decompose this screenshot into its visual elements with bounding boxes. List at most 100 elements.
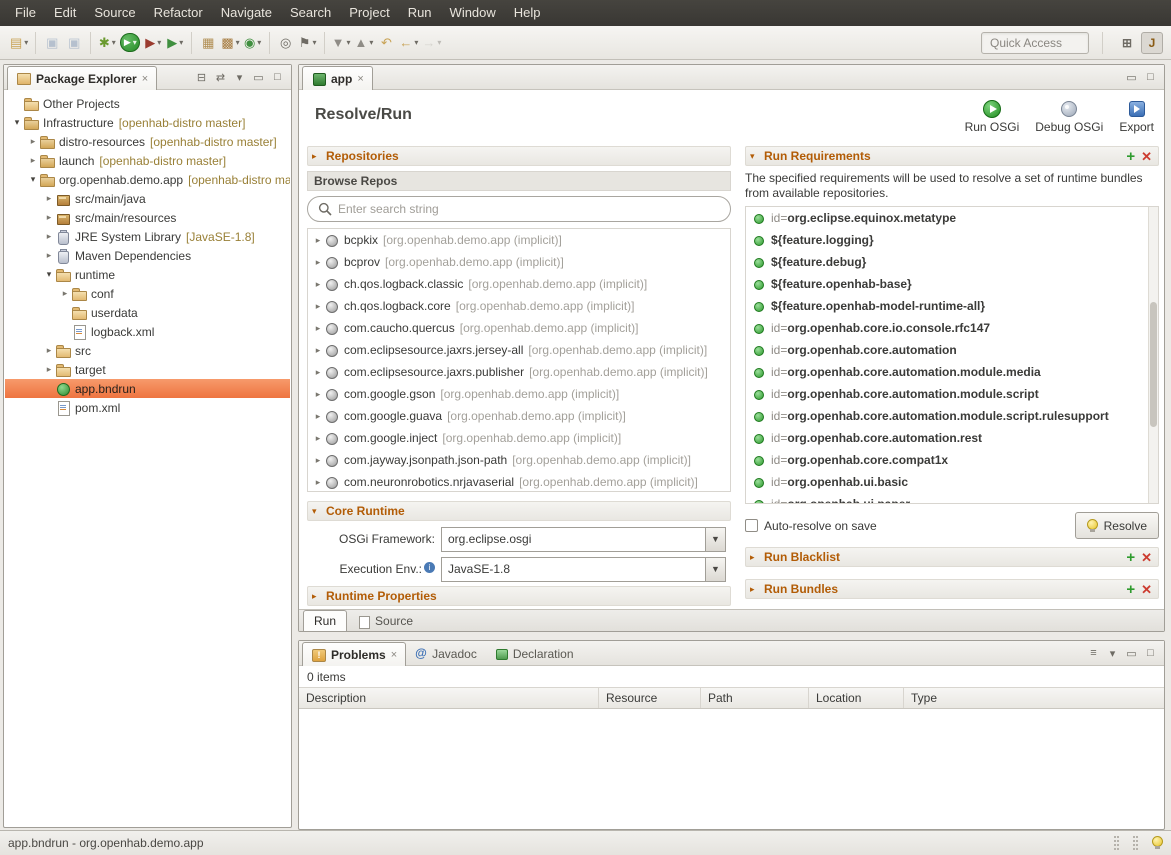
requirement-item[interactable]: id= org.openhab.core.automation.module.s… [746, 383, 1158, 405]
tree-item-app-bndrun[interactable]: app.bndrun [5, 379, 290, 398]
resolve-button[interactable]: Resolve [1075, 512, 1159, 539]
maximize-icon[interactable]: □ [269, 69, 286, 86]
tree-item-launch[interactable]: launch [openhab-distro master] [5, 151, 290, 170]
requirement-item[interactable]: id= org.openhab.core.automation [746, 339, 1158, 361]
tree-item-conf[interactable]: conf [5, 284, 290, 303]
sash-grip[interactable] [1114, 836, 1119, 850]
tree-item-src[interactable]: src [5, 341, 290, 360]
view-menu-icon[interactable]: ▾ [231, 69, 248, 86]
remove-requirement-icon[interactable]: ✕ [1141, 149, 1152, 164]
search-icon[interactable]: ◎ [275, 32, 297, 54]
sash-grip[interactable] [1133, 836, 1138, 850]
expand-arrow-icon[interactable] [43, 250, 55, 261]
menubar-item[interactable]: Source [85, 0, 144, 26]
expand-arrow-icon[interactable] [312, 323, 324, 334]
open-perspective-icon[interactable]: ⊞ [1116, 32, 1138, 54]
close-icon[interactable]: × [142, 73, 148, 85]
tree-item-src-main-resources[interactable]: src/main/resources [5, 208, 290, 227]
tab-source[interactable]: Source [347, 610, 424, 631]
run-icon[interactable]: ▶ [120, 33, 140, 52]
expand-arrow-icon[interactable] [312, 367, 324, 378]
repo-item[interactable]: com.caucho.quercus [org.openhab.demo.app… [308, 317, 730, 339]
tree-item-src-main-java[interactable]: src/main/java [5, 189, 290, 208]
remove-bundle-icon[interactable]: ✕ [1141, 582, 1152, 597]
repo-item[interactable]: com.google.inject [org.openhab.demo.app … [308, 427, 730, 449]
filter-icon[interactable]: ≡ [1085, 645, 1102, 662]
maximize-icon[interactable]: □ [1142, 69, 1159, 86]
expand-arrow-icon[interactable] [27, 174, 39, 185]
debug-icon[interactable]: ✱ [96, 32, 118, 54]
repo-item[interactable]: ch.qos.logback.classic [org.openhab.demo… [308, 273, 730, 295]
tab-package-explorer[interactable]: Package Explorer × [7, 66, 157, 90]
tips-lightbulb-icon[interactable] [1152, 836, 1163, 850]
last-edit-location-icon[interactable]: ↶ [375, 32, 397, 54]
minimize-icon[interactable]: ▭ [1123, 69, 1140, 86]
menubar-item[interactable]: Run [399, 0, 441, 26]
repo-search-input[interactable] [338, 202, 720, 216]
requirement-item[interactable]: ${feature.openhab-base} [746, 273, 1158, 295]
requirement-item[interactable]: id= org.openhab.core.io.console.rfc147 [746, 317, 1158, 339]
requirement-item[interactable]: id= org.openhab.core.automation.rest [746, 427, 1158, 449]
requirement-item[interactable]: id= org.openhab.core.compat1x [746, 449, 1158, 471]
back-icon[interactable]: ← [397, 32, 420, 54]
add-requirement-icon[interactable]: + [1126, 149, 1135, 164]
tree-item-runtime[interactable]: runtime [5, 265, 290, 284]
osgi-framework-combo[interactable]: org.eclipse.osgi ▼ [441, 527, 726, 552]
minimize-icon[interactable]: ▭ [250, 69, 267, 86]
expand-arrow-icon[interactable] [312, 257, 324, 268]
column-header[interactable]: Description [299, 688, 599, 708]
scrollbar[interactable] [1148, 207, 1158, 503]
tab-javadoc[interactable]: Javadoc [406, 641, 486, 665]
requirement-item[interactable]: id= org.openhab.ui.basic [746, 471, 1158, 493]
expand-arrow-icon[interactable] [312, 345, 324, 356]
menubar-item[interactable]: Project [340, 0, 398, 26]
view-menu-icon[interactable]: ▾ [1104, 645, 1121, 662]
remove-blacklist-icon[interactable]: ✕ [1141, 550, 1152, 565]
expand-arrow-icon[interactable] [312, 455, 324, 466]
maximize-icon[interactable]: □ [1142, 645, 1159, 662]
menubar-item[interactable]: File [6, 0, 45, 26]
expand-arrow-icon[interactable] [11, 117, 23, 128]
expand-arrow-icon[interactable] [27, 136, 39, 147]
menubar-item[interactable]: Window [441, 0, 505, 26]
expand-arrow-icon[interactable] [43, 193, 55, 204]
chevron-down-icon[interactable]: ▼ [705, 528, 725, 551]
repo-item[interactable]: com.google.guava [org.openhab.demo.app (… [308, 405, 730, 427]
tree-item-pom-xml[interactable]: pom.xml [5, 398, 290, 417]
section-run-requirements[interactable]: Run Requirements + ✕ [745, 146, 1159, 166]
expand-arrow-icon[interactable] [43, 345, 55, 356]
tree-item-jre-system-library[interactable]: JRE System Library [JavaSE-1.8] [5, 227, 290, 246]
menubar-item[interactable]: Help [505, 0, 550, 26]
tree-item-other-projects[interactable]: Other Projects [5, 94, 290, 113]
expand-arrow-icon[interactable] [43, 269, 55, 280]
collapse-all-icon[interactable]: ⊟ [193, 69, 210, 86]
tab-problems[interactable]: Problems × [302, 642, 406, 666]
tree-item-org-openhab-demo-app[interactable]: org.openhab.demo.app [openhab-distro mas… [5, 170, 290, 189]
repo-item[interactable]: com.google.gson [org.openhab.demo.app (i… [308, 383, 730, 405]
new-package-icon[interactable]: ▩ [219, 32, 241, 54]
section-run-blacklist[interactable]: Run Blacklist + ✕ [745, 547, 1159, 567]
tree-item-userdata[interactable]: userdata [5, 303, 290, 322]
tree-item-distro-resources[interactable]: distro-resources [openhab-distro master] [5, 132, 290, 151]
expand-arrow-icon[interactable] [312, 235, 324, 246]
expand-arrow-icon[interactable] [312, 389, 324, 400]
new-class-icon[interactable]: ◉ [242, 32, 264, 54]
debug-osgi-button[interactable]: Debug OSGi [1035, 100, 1103, 134]
expand-arrow-icon[interactable] [312, 279, 324, 290]
expand-arrow-icon[interactable] [312, 411, 324, 422]
tree-item-maven-dependencies[interactable]: Maven Dependencies [5, 246, 290, 265]
coverage-icon[interactable]: ▶ [142, 32, 164, 54]
menubar-item[interactable]: Edit [45, 0, 85, 26]
close-icon[interactable]: × [357, 73, 363, 85]
chevron-down-icon[interactable]: ▼ [705, 558, 725, 581]
expand-arrow-icon[interactable] [27, 155, 39, 166]
expand-arrow-icon[interactable] [43, 231, 55, 242]
java-perspective-icon[interactable]: J [1141, 32, 1163, 54]
requirement-item[interactable]: ${feature.debug} [746, 251, 1158, 273]
section-runtime-properties[interactable]: Runtime Properties [307, 586, 731, 606]
scrollbar-thumb[interactable] [1150, 302, 1157, 427]
column-header[interactable]: Location [809, 688, 904, 708]
auto-resolve-checkbox[interactable] [745, 519, 758, 532]
repo-item[interactable]: com.jayway.jsonpath.json-path [org.openh… [308, 449, 730, 471]
new-java-project-icon[interactable]: ▦ [197, 32, 219, 54]
